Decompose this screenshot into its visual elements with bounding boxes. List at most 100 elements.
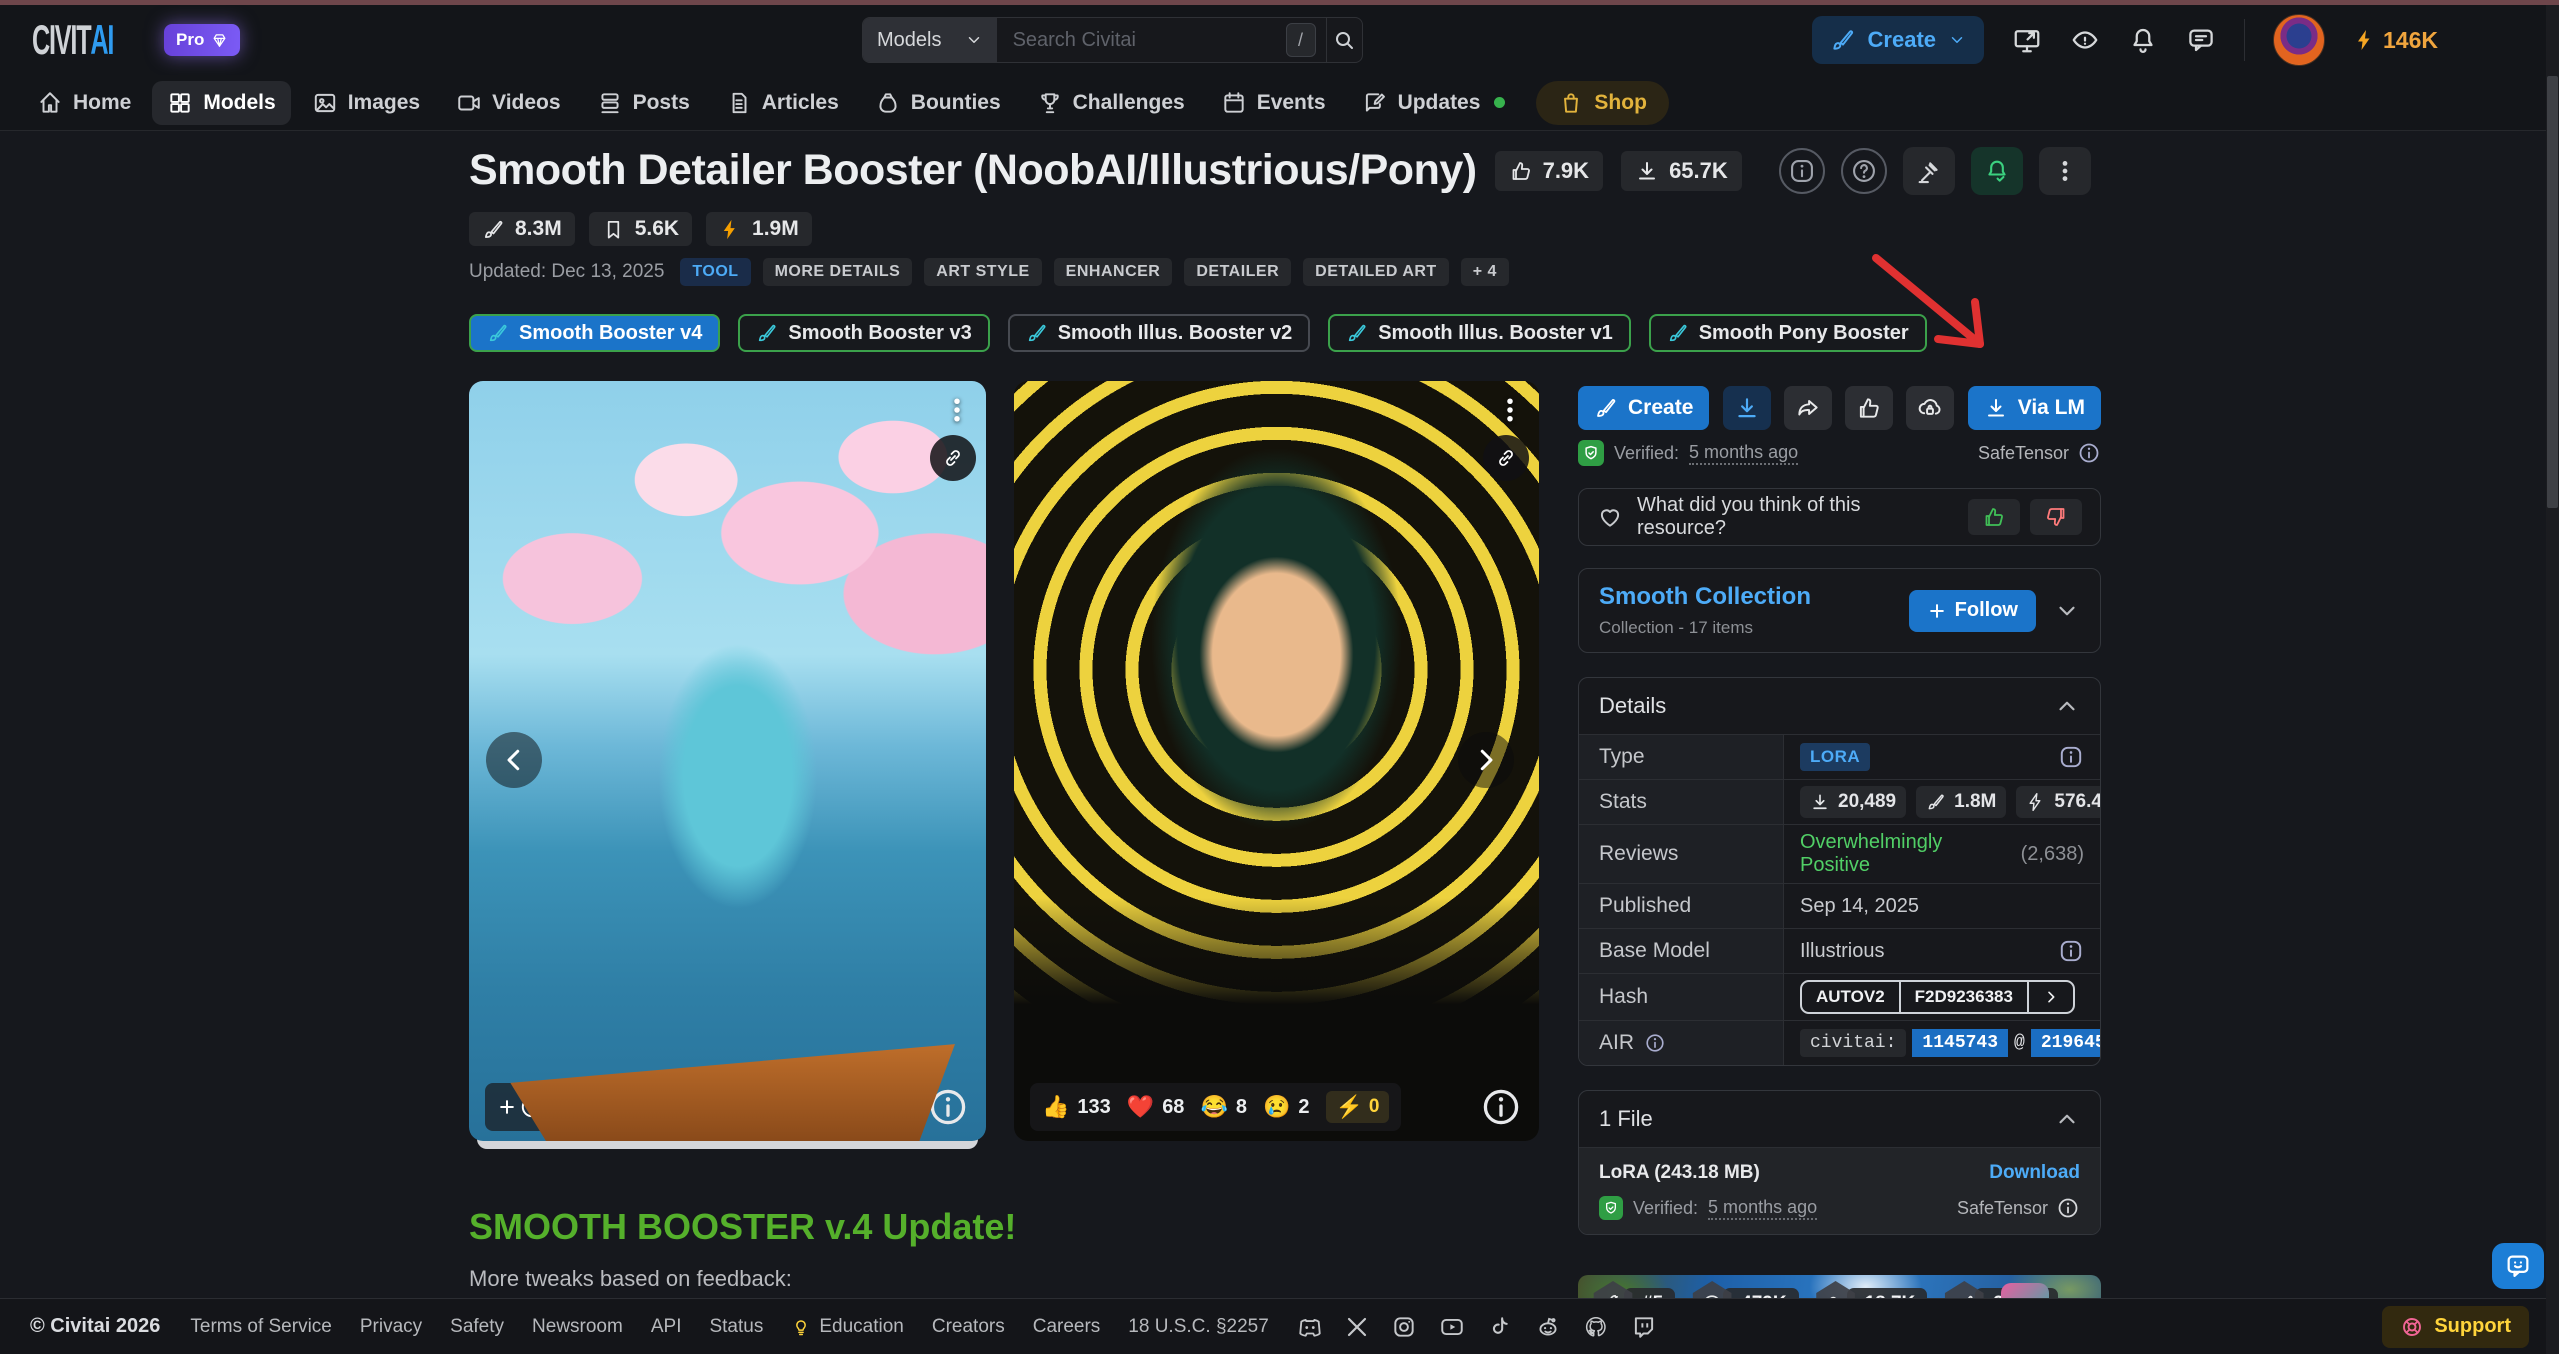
discord-icon[interactable]	[1297, 1314, 1323, 1340]
nav-item-images[interactable]: Images	[297, 81, 435, 125]
messages-chat-icon[interactable]	[2186, 25, 2216, 55]
model-info-button[interactable]	[1779, 148, 1825, 194]
support-button[interactable]: Support	[2382, 1306, 2529, 1348]
vault-save-button[interactable]	[1906, 386, 1954, 430]
footer-link-creators[interactable]: Creators	[932, 1316, 1005, 1338]
nav-item-events[interactable]: Events	[1206, 81, 1341, 125]
buzz-balance[interactable]: 146K	[2353, 27, 2438, 54]
hash-pill[interactable]: AUTOV2 F2D9236383	[1800, 980, 2075, 1014]
verified-time[interactable]: 5 months ago	[1708, 1197, 1817, 1220]
search-category-select[interactable]: Models	[863, 18, 997, 62]
reaction-laugh[interactable]: 😂14	[719, 1094, 777, 1120]
carousel-prev-button[interactable]	[486, 732, 542, 788]
via-lm-download-button[interactable]: Via LM	[1968, 386, 2101, 430]
image-info-button[interactable]	[926, 1085, 970, 1129]
header-create-button[interactable]: Create	[1812, 16, 1984, 64]
page-scrollbar[interactable]	[2546, 0, 2559, 1354]
air-version-id[interactable]: 2196453	[2031, 1029, 2101, 1057]
likes-badge[interactable]: 7.9K	[1495, 151, 1603, 191]
info-icon[interactable]	[2056, 1196, 2080, 1220]
nav-item-models[interactable]: Models	[152, 81, 290, 125]
notifications-bell-icon[interactable]	[2128, 25, 2158, 55]
nav-item-updates[interactable]: Updates	[1347, 81, 1521, 125]
reviews-link[interactable]: Overwhelmingly Positive	[1800, 831, 2011, 877]
version-tab-pony[interactable]: Smooth Pony Booster	[1649, 314, 1927, 352]
nav-item-home[interactable]: Home	[22, 81, 146, 125]
image-menu-dots-icon[interactable]	[1495, 395, 1525, 425]
scrollbar-thumb[interactable]	[2547, 76, 2558, 508]
github-icon[interactable]	[1583, 1314, 1609, 1340]
nav-item-bounties[interactable]: Bounties	[860, 81, 1016, 125]
image-resource-link-button[interactable]	[1483, 435, 1529, 481]
air-model-id[interactable]: 1145743	[1912, 1029, 2008, 1057]
share-button[interactable]	[1784, 386, 1832, 430]
downloads-badge[interactable]: 65.7K	[1621, 151, 1742, 191]
youtube-icon[interactable]	[1439, 1314, 1465, 1340]
footer-link-api[interactable]: API	[651, 1316, 682, 1338]
x-twitter-icon[interactable]	[1345, 1315, 1369, 1339]
footer-link-education[interactable]: Education	[791, 1316, 904, 1338]
download-model-button[interactable]	[1723, 386, 1771, 430]
info-icon[interactable]	[2058, 744, 2084, 770]
reaction-buzz[interactable]: ⚡0	[1326, 1091, 1390, 1123]
nav-item-challenges[interactable]: Challenges	[1022, 81, 1200, 125]
image-info-button[interactable]	[1479, 1085, 1523, 1129]
add-reaction-button[interactable]	[497, 1094, 545, 1120]
feedback-chat-fab[interactable]	[2492, 1243, 2544, 1289]
info-icon[interactable]	[2077, 441, 2101, 465]
model-type-badge[interactable]: LORA	[1800, 743, 1870, 771]
twitch-icon[interactable]	[1631, 1314, 1657, 1340]
nav-item-videos[interactable]: Videos	[441, 81, 575, 125]
generation-count-badge[interactable]: 8.3M	[469, 212, 575, 246]
tiktok-icon[interactable]	[1487, 1314, 1513, 1340]
version-tab-v3[interactable]: Smooth Booster v3	[738, 314, 989, 352]
footer-link-2257[interactable]: 18 U.S.C. §2257	[1128, 1316, 1268, 1338]
reaction-laugh[interactable]: 😂8	[1200, 1094, 1247, 1120]
more-options-button[interactable]	[2039, 147, 2091, 195]
image-menu-dots-icon[interactable]	[942, 395, 972, 425]
search-button[interactable]	[1326, 18, 1362, 62]
reaction-heart[interactable]: ❤️92	[646, 1094, 704, 1120]
reaction-like[interactable]: 👍239	[561, 1094, 630, 1120]
carousel-next-button[interactable]	[1458, 732, 1514, 788]
nav-item-shop[interactable]: Shop	[1536, 81, 1669, 125]
gallery-image-1[interactable]: 👍239 ❤️92 😂14 ⚡0	[469, 381, 986, 1141]
bookmark-count-badge[interactable]: 5.6K	[589, 212, 692, 246]
like-button[interactable]	[1845, 386, 1893, 430]
reaction-buzz[interactable]: ⚡0	[793, 1091, 857, 1123]
help-button[interactable]	[1841, 148, 1887, 194]
notify-following-button[interactable]	[1971, 147, 2023, 195]
footer-link-safety[interactable]: Safety	[450, 1316, 504, 1338]
tag-more[interactable]: + 4	[1461, 258, 1509, 286]
reddit-icon[interactable]	[1535, 1314, 1561, 1340]
footer-link-privacy[interactable]: Privacy	[360, 1316, 422, 1338]
footer-link-newsroom[interactable]: Newsroom	[532, 1316, 623, 1338]
footer-link-careers[interactable]: Careers	[1033, 1316, 1101, 1338]
footer-link-status[interactable]: Status	[709, 1316, 763, 1338]
tag-tool[interactable]: TOOL	[680, 258, 750, 286]
reaction-heart[interactable]: ❤️68	[1127, 1094, 1185, 1120]
reaction-like[interactable]: 👍133	[1042, 1094, 1111, 1120]
collection-link[interactable]: Smooth Collection	[1599, 583, 1811, 611]
reaction-cry[interactable]: 😢2	[1263, 1094, 1310, 1120]
create-with-model-button[interactable]: Create	[1578, 386, 1709, 430]
civitai-logo[interactable]: CIVIT AI	[32, 16, 103, 64]
file-download-link[interactable]: Download	[1989, 1162, 2080, 1184]
tag[interactable]: DETAILER	[1184, 258, 1291, 286]
thumbs-up-button[interactable]	[1968, 499, 2020, 535]
image-resource-link-button[interactable]	[930, 435, 976, 481]
moderation-gavel-button[interactable]	[1903, 147, 1955, 195]
generator-monitor-icon[interactable]	[2012, 25, 2042, 55]
instagram-icon[interactable]	[1391, 1314, 1417, 1340]
tag[interactable]: MORE DETAILS	[763, 258, 913, 286]
energy-count-badge[interactable]: 1.9M	[706, 212, 812, 246]
tag[interactable]: ENHANCER	[1054, 258, 1173, 286]
version-tab-v4[interactable]: Smooth Booster v4	[469, 314, 720, 352]
user-avatar[interactable]	[2273, 14, 2325, 66]
version-tab-illus-v2[interactable]: Smooth Illus. Booster v2	[1008, 314, 1310, 352]
collection-expand-chevron[interactable]	[2054, 598, 2080, 624]
content-visibility-eye-icon[interactable]	[2070, 25, 2100, 55]
details-header[interactable]: Details	[1579, 678, 2100, 734]
tag[interactable]: ART STYLE	[924, 258, 1041, 286]
follow-collection-button[interactable]: Follow	[1909, 590, 2036, 632]
